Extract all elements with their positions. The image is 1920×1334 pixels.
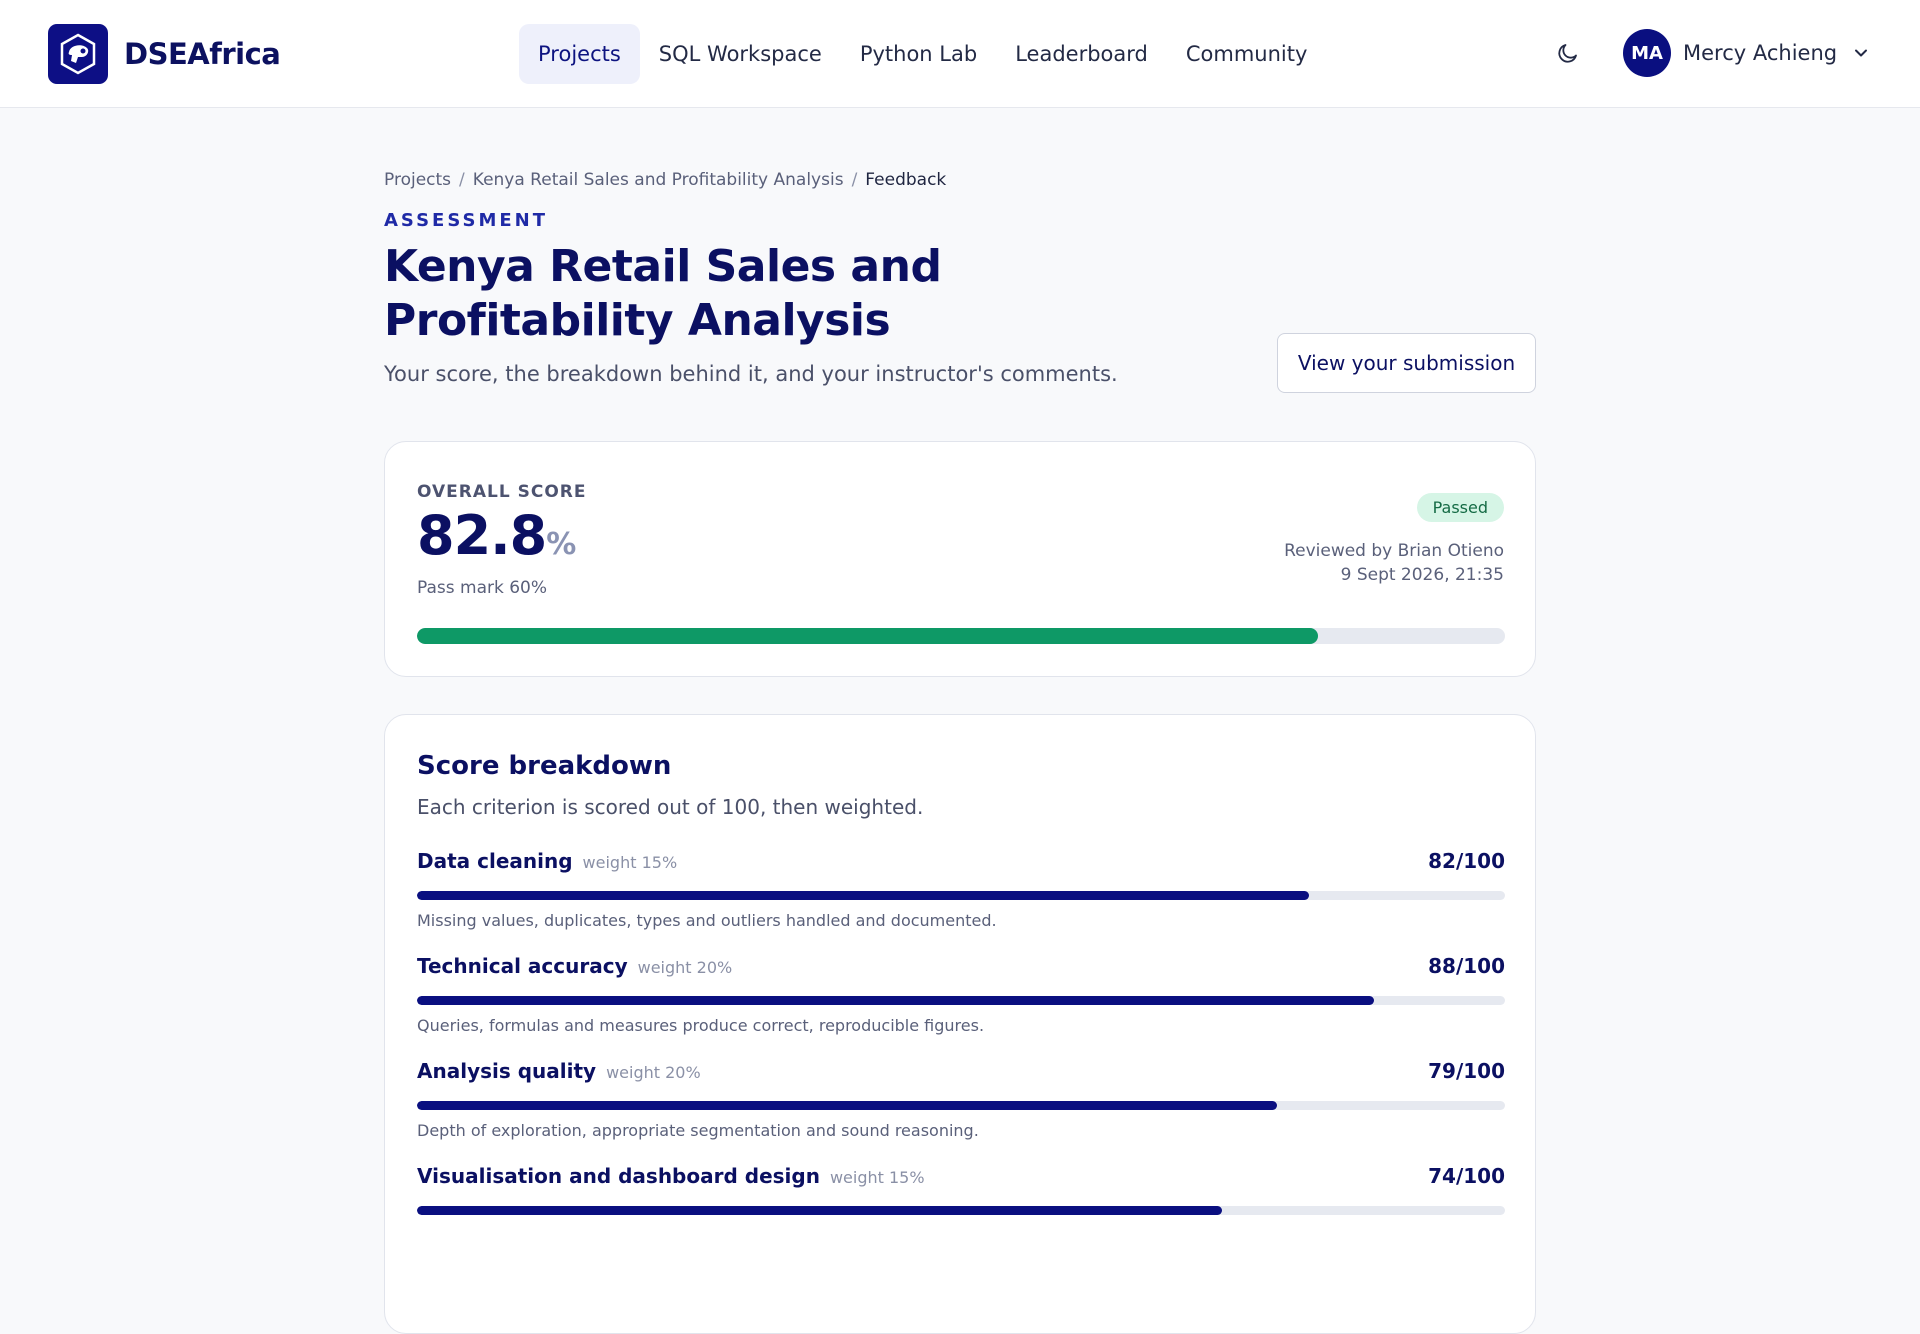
breadcrumb-project[interactable]: Kenya Retail Sales and Profitability Ana…: [473, 170, 844, 190]
nav-item-python-lab[interactable]: Python Lab: [841, 24, 996, 84]
breakdown-title: Score breakdown: [417, 751, 672, 781]
criterion-name: Analysis quality weight 20%: [417, 1059, 701, 1083]
user-menu[interactable]: MA Mercy Achieng: [1623, 29, 1871, 77]
user-name: Mercy Achieng: [1683, 41, 1838, 65]
criterion-label: Visualisation and dashboard design: [417, 1164, 820, 1188]
criterion-technical-accuracy: Technical accuracy weight 20% 88/100 Quer…: [417, 954, 1505, 1044]
pass-mark: Pass mark 60%: [417, 578, 548, 598]
criterion-label: Analysis quality: [417, 1059, 597, 1083]
criterion-progress-fill: [417, 996, 1375, 1005]
criterion-progress-bar: [417, 1101, 1505, 1110]
criterion-score: 88/100: [1428, 954, 1505, 978]
brand[interactable]: DSEAfrica: [48, 24, 281, 84]
nav-item-community[interactable]: Community: [1167, 24, 1327, 84]
section-eyebrow: ASSESSMENT: [384, 210, 549, 231]
criterion-visualisation: Visualisation and dashboard design weight…: [417, 1164, 1505, 1254]
reviewer: Reviewed by Brian Otieno: [1284, 541, 1504, 561]
moon-icon[interactable]: [1553, 38, 1583, 68]
score-breakdown-card: Score breakdown Each criterion is scored…: [384, 714, 1536, 1334]
criterion-description: Queries, formulas and measures produce c…: [417, 1016, 985, 1035]
brand-name: DSEAfrica: [124, 37, 281, 71]
breadcrumb-current: Feedback: [865, 170, 947, 190]
criterion-score: 74/100: [1428, 1164, 1505, 1188]
breadcrumb-projects[interactable]: Projects: [384, 170, 451, 190]
page-title: Kenya Retail Sales and Profitability Ana…: [384, 241, 942, 346]
criterion-weight: weight 15%: [829, 1168, 925, 1187]
criterion-weight: weight 20%: [637, 958, 733, 977]
criterion-description: Depth of exploration, appropriate segmen…: [417, 1121, 979, 1140]
criterion-name: Visualisation and dashboard design weight…: [417, 1164, 925, 1188]
nav-item-sql-workspace[interactable]: SQL Workspace: [640, 24, 841, 84]
breakdown-subtitle: Each criterion is scored out of 100, the…: [417, 795, 924, 819]
status-badge: Passed: [1416, 493, 1504, 522]
criterion-description: Missing values, duplicates, types and ou…: [417, 911, 997, 930]
criterion-name: Technical accuracy weight 20%: [417, 954, 732, 978]
criterion-score: 82/100: [1428, 849, 1505, 873]
criterion-progress-bar: [417, 1206, 1505, 1215]
criterion-progress-fill: [417, 1101, 1277, 1110]
brand-logo-icon: [48, 24, 108, 84]
page-subtitle: Your score, the breakdown behind it, and…: [384, 362, 1118, 386]
view-submission-button[interactable]: View your submission: [1277, 333, 1536, 393]
score-progress-fill: [417, 628, 1318, 644]
breadcrumb-separator: /: [851, 170, 858, 190]
criterion-weight: weight 20%: [606, 1063, 701, 1082]
criterion-label: Data cleaning: [417, 849, 573, 873]
nav-item-projects[interactable]: Projects: [519, 24, 640, 84]
score-unit: %: [546, 527, 576, 562]
main-nav: Projects SQL Workspace Python Lab Leader…: [519, 24, 1326, 84]
score-value: 82.8%: [417, 504, 576, 567]
chevron-down-icon: [1851, 43, 1871, 63]
criterion-score: 79/100: [1428, 1059, 1505, 1083]
score-label: OVERALL SCORE: [417, 482, 587, 502]
breadcrumb-separator: /: [459, 170, 465, 190]
criterion-progress-fill: [417, 1206, 1223, 1215]
review-timestamp: 9 Sept 2026, 21:35: [1340, 565, 1504, 585]
criterion-progress-bar: [417, 996, 1505, 1005]
criterion-progress-bar: [417, 891, 1505, 900]
criterion-label: Technical accuracy: [417, 954, 628, 978]
criterion-name: Data cleaning weight 15%: [417, 849, 677, 873]
avatar: MA: [1623, 29, 1671, 77]
criterion-progress-fill: [417, 891, 1310, 900]
score-progress-bar: [417, 628, 1505, 644]
score-number: 82.8: [417, 504, 547, 567]
criterion-analysis-quality: Analysis quality weight 20% 79/100 Depth …: [417, 1059, 1505, 1149]
review-info: Reviewed by Brian Otieno 9 Sept 2026, 21…: [1284, 539, 1504, 587]
nav-item-leaderboard[interactable]: Leaderboard: [996, 24, 1167, 84]
top-navigation-bar: DSEAfrica Projects SQL Workspace Python …: [0, 0, 1920, 108]
criterion-weight: weight 15%: [582, 853, 678, 872]
criterion-data-cleaning: Data cleaning weight 15% 82/100 Missing v…: [417, 849, 1505, 939]
breadcrumb: Projects / Kenya Retail Sales and Profitab…: [384, 170, 946, 190]
overall-score-card: OVERALL SCORE 82.8% Pass mark 60% Passed…: [384, 441, 1536, 677]
